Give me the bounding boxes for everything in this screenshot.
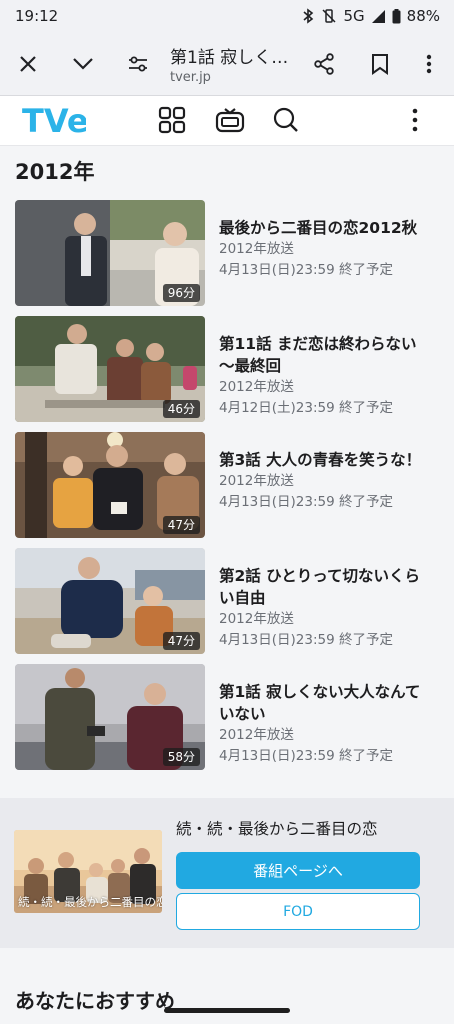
bookmark-icon xyxy=(372,53,388,75)
episode-title[interactable]: 第2話 ひとりって切ないくらい自由 xyxy=(219,565,429,609)
duration-badge: 58分 xyxy=(162,748,200,766)
episode-title[interactable]: 第3話 大人の青春を笑うな！ xyxy=(219,449,429,471)
duration-badge: 46分 xyxy=(162,400,200,418)
tune-icon xyxy=(129,56,147,71)
close-icon xyxy=(20,55,36,72)
episode-broadcast-year: 2012年放送 xyxy=(219,611,294,627)
browser-toolbar: 第1話 寂しく… tver.jp xyxy=(0,32,454,96)
status-time: 19:12 xyxy=(15,7,59,25)
episode-broadcast-year: 2012年放送 xyxy=(219,241,294,257)
live-tv-button[interactable] xyxy=(213,103,247,137)
program-title[interactable]: 続・続・最後から二番目の恋 xyxy=(176,817,378,839)
episode-thumbnail[interactable]: 47分 xyxy=(15,432,205,538)
browser-menu-button[interactable] xyxy=(407,42,451,86)
vibrate-off-icon xyxy=(321,8,337,24)
gesture-handle[interactable] xyxy=(164,1008,290,1013)
episode-item[interactable]: 47分 第3話 大人の青春を笑うな！ 2012年放送 4月13日(日)23:59… xyxy=(15,432,435,538)
recommend-title: あなたにおすすめ xyxy=(15,989,175,1013)
episode-expiry: 4月12日(土)23:59 終了予定 xyxy=(219,400,393,416)
episode-expiry: 4月13日(日)23:59 終了予定 xyxy=(219,632,393,648)
episode-info: 第11話 まだ恋は終わらない～最終回 2012年放送 4月12日(土)23:59… xyxy=(219,316,429,422)
episode-info: 第1話 寂しくない大人なんていない 2012年放送 4月13日(日)23:59 … xyxy=(219,664,429,770)
recommend-section: あなたにおすすめ xyxy=(0,948,454,1024)
battery-level: 88% xyxy=(406,7,440,25)
episode-expiry: 4月13日(日)23:59 終了予定 xyxy=(219,262,393,278)
episode-broadcast-year: 2012年放送 xyxy=(219,473,294,489)
program-thumbnail-caption: 続・続・最後から二番目の恋 xyxy=(18,895,162,909)
bookmark-button[interactable] xyxy=(358,42,402,86)
status-icons: 5G 88% xyxy=(301,7,440,25)
duration-badge: 47分 xyxy=(162,516,200,534)
episode-broadcast-year: 2012年放送 xyxy=(219,379,294,395)
episode-thumbnail[interactable]: 46分 xyxy=(15,316,205,422)
site-menu-button[interactable] xyxy=(398,103,432,137)
tver-logo[interactable]: TVer xyxy=(22,101,105,141)
duration-badge: 47分 xyxy=(162,632,200,650)
battery-icon xyxy=(392,8,401,24)
program-page-button[interactable]: 番組ページへ xyxy=(176,852,420,889)
grid-icon xyxy=(158,106,186,134)
categories-button[interactable] xyxy=(155,103,189,137)
episode-broadcast-year: 2012年放送 xyxy=(219,727,294,743)
episode-item[interactable]: 47分 第2話 ひとりって切ないくらい自由 2012年放送 4月13日(日)23… xyxy=(15,548,435,654)
section-title: 2012年 xyxy=(15,160,95,184)
share-button[interactable] xyxy=(302,42,346,86)
episode-thumbnail[interactable]: 96分 xyxy=(15,200,205,306)
tver-logo-text: TVer xyxy=(22,102,86,140)
episode-item[interactable]: 46分 第11話 まだ恋は終わらない～最終回 2012年放送 4月12日(土)2… xyxy=(15,316,435,422)
more-vert-icon xyxy=(412,108,418,132)
page-url: tver.jp xyxy=(170,69,211,85)
episode-info: 第3話 大人の青春を笑うな！ 2012年放送 4月13日(日)23:59 終了予… xyxy=(219,432,429,538)
episode-title[interactable]: 第11話 まだ恋は終わらない～最終回 xyxy=(219,333,429,377)
search-button[interactable] xyxy=(269,103,303,137)
close-button[interactable] xyxy=(6,42,50,86)
duration-badge: 96分 xyxy=(162,284,200,302)
episode-item[interactable]: 96分 最後から二番目の恋2012秋 2012年放送 4月13日(日)23:59… xyxy=(15,200,435,306)
tver-header: TVer xyxy=(0,96,454,146)
episode-title[interactable]: 第1話 寂しくない大人なんていない xyxy=(219,681,429,725)
bluetooth-icon xyxy=(301,8,315,24)
program-thumbnail[interactable]: 続・続・最後から二番目の恋 xyxy=(14,830,162,913)
chevron-down-icon xyxy=(73,57,93,70)
share-icon xyxy=(314,52,334,75)
tv-icon xyxy=(215,108,245,133)
fod-button[interactable]: FOD xyxy=(176,893,420,930)
episode-title[interactable]: 最後から二番目の恋2012秋 xyxy=(219,217,429,239)
episode-thumbnail[interactable]: 58分 xyxy=(15,664,205,770)
episode-expiry: 4月13日(日)23:59 終了予定 xyxy=(219,748,393,764)
minimize-button[interactable] xyxy=(61,42,105,86)
network-label: 5G xyxy=(343,7,365,25)
episode-item[interactable]: 58分 第1話 寂しくない大人なんていない 2012年放送 4月13日(日)23… xyxy=(15,664,435,770)
search-icon xyxy=(273,107,298,132)
episode-info: 第2話 ひとりって切ないくらい自由 2012年放送 4月13日(日)23:59 … xyxy=(219,548,429,654)
episode-thumbnail[interactable]: 47分 xyxy=(15,548,205,654)
signal-icon xyxy=(371,9,386,24)
status-bar: 19:12 5G 88% xyxy=(0,0,454,32)
page-title-area[interactable]: 第1話 寂しく… tver.jp xyxy=(170,43,294,85)
episode-expiry: 4月13日(日)23:59 終了予定 xyxy=(219,494,393,510)
page-title: 第1話 寂しく… xyxy=(170,47,289,68)
more-vert-icon xyxy=(426,54,432,73)
episode-info: 最後から二番目の恋2012秋 2012年放送 4月13日(日)23:59 終了予… xyxy=(219,200,429,306)
site-settings-button[interactable] xyxy=(116,42,160,86)
